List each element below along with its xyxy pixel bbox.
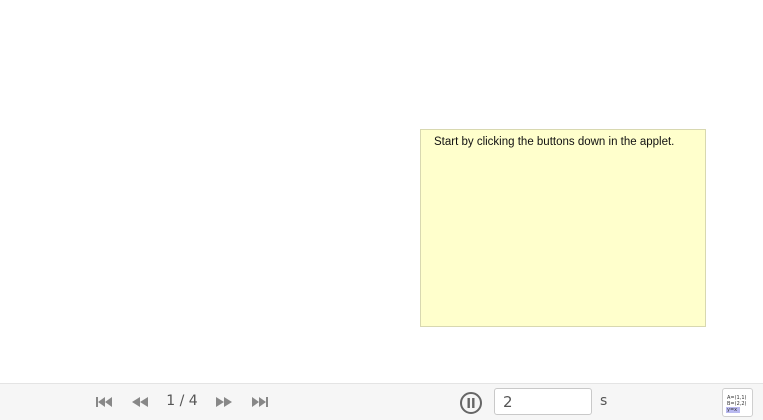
pause-button[interactable] [459, 391, 483, 415]
instruction-text: Start by clicking the buttons down in th… [434, 136, 675, 148]
slide-counter: 1 / 4 [166, 393, 198, 409]
instruction-note: Start by clicking the buttons down in th… [420, 129, 706, 327]
slide-toolbar: 1 / 4 s A=(1,1) B=(2,2) y=x [0, 383, 763, 420]
algebra-line-3: y=x [726, 407, 741, 413]
first-slide-button[interactable] [94, 392, 114, 412]
pause-circle-icon [460, 392, 482, 414]
interval-unit-label: s [600, 393, 608, 409]
step-back-icon [132, 397, 148, 407]
next-slide-button[interactable] [214, 392, 234, 412]
last-slide-button[interactable] [250, 392, 270, 412]
step-forward-icon [216, 397, 232, 407]
previous-slide-button[interactable] [130, 392, 150, 412]
skip-to-end-icon [252, 397, 268, 407]
skip-to-start-icon [96, 397, 112, 407]
algebra-view-button[interactable]: A=(1,1) B=(2,2) y=x [722, 388, 753, 417]
interval-seconds-input[interactable] [494, 388, 592, 415]
